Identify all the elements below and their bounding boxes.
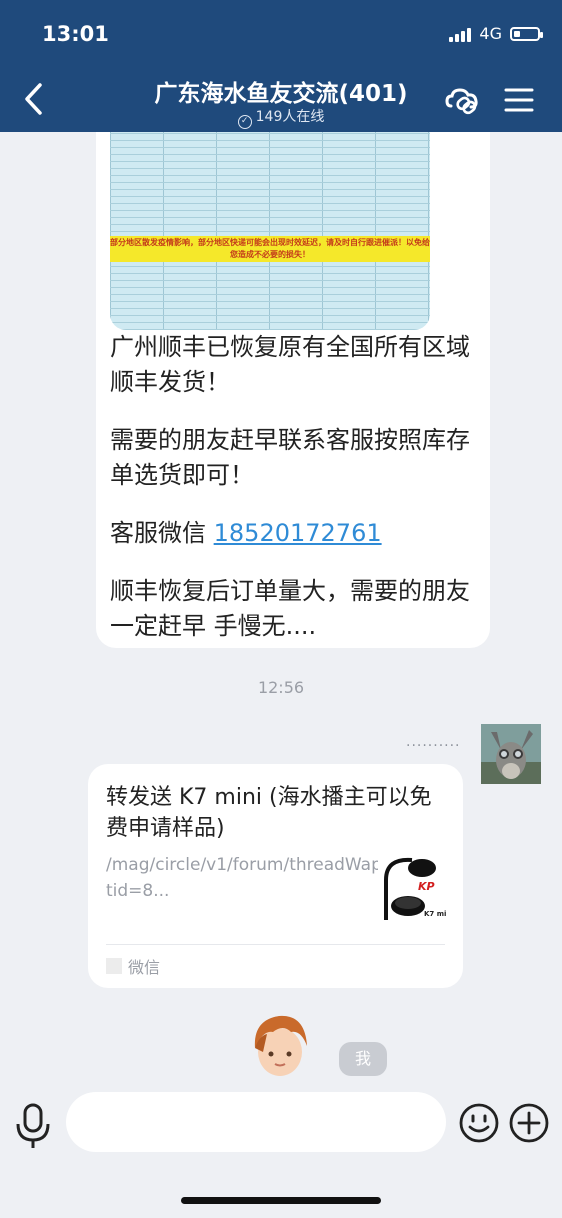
product-thumbnail: KP K7 mini bbox=[378, 850, 454, 934]
home-indicator[interactable] bbox=[181, 1197, 381, 1204]
link-card[interactable]: 转发送 K7 mini (海水播主可以免费申请样品) /mag/circle/v… bbox=[88, 764, 463, 988]
card-source: 微信 bbox=[106, 954, 160, 978]
online-count-text: 149人在线 bbox=[255, 109, 325, 125]
status-right: 4G bbox=[449, 24, 543, 43]
avatar-image bbox=[254, 1015, 307, 1076]
card-source-label: 微信 bbox=[128, 958, 161, 977]
battery-icon bbox=[510, 26, 543, 41]
wechat-label: 客服微信 bbox=[110, 519, 214, 547]
voice-button[interactable] bbox=[14, 1102, 52, 1150]
microphone-icon bbox=[16, 1103, 50, 1148]
menu-button[interactable] bbox=[501, 80, 541, 120]
message-timestamp: 12:56 bbox=[257, 678, 305, 697]
avatar-image bbox=[481, 724, 541, 784]
menu-icon bbox=[504, 88, 534, 112]
card-description: /mag/circle/v1/forum/threadWapPage?tid=8… bbox=[106, 855, 433, 901]
emoji-button[interactable] bbox=[458, 1102, 500, 1144]
stock-sheet-notice: 部分地区散发疫情影响，部分地区快递可能会出现时效延迟，请及时自行跟进催派！以免给… bbox=[110, 236, 430, 262]
sender-name: ·········· bbox=[406, 738, 461, 754]
wechat-icon bbox=[106, 958, 122, 974]
app-header: 13:01 4G 广东海水鱼友交流(401) ✓ 149人在线 bbox=[0, 0, 562, 132]
message-paragraph: 顺丰恢复后订单量大，需要的朋友一定赶早 手慢无.... bbox=[110, 577, 470, 640]
smiley-icon bbox=[459, 1103, 499, 1143]
card-title: 转发送 K7 mini (海水播主可以免费申请样品) bbox=[106, 785, 432, 841]
message-text: 广州顺丰已恢复原有全国所有区域顺丰发货！ 需要的朋友赶早联系客服按照库存单选货即… bbox=[110, 330, 480, 667]
chat-area[interactable]: 部分地区散发疫情影响，部分地区快递可能会出现时效延迟，请及时自行跟进催派！以免给… bbox=[0, 132, 562, 1082]
message-bubble[interactable]: 部分地区散发疫情影响，部分地区快递可能会出现时效延迟，请及时自行跟进催派！以免给… bbox=[96, 132, 490, 648]
product-brand: KP bbox=[418, 880, 435, 893]
more-button[interactable] bbox=[508, 1102, 550, 1144]
card-divider bbox=[106, 944, 445, 945]
message-paragraph: 需要的朋友赶早联系客服按照库存单选货即可！ bbox=[110, 426, 470, 489]
avatar[interactable] bbox=[481, 724, 541, 784]
link-cloud-button[interactable] bbox=[443, 80, 483, 120]
message-paragraph: 广州顺丰已恢复原有全国所有区域顺丰发货！ bbox=[110, 333, 470, 396]
my-avatar[interactable] bbox=[245, 1008, 315, 1078]
message-input[interactable] bbox=[66, 1092, 446, 1152]
message-paragraph: 客服微信 18520172761 bbox=[110, 516, 480, 551]
product-image: KP K7 mini bbox=[378, 850, 454, 934]
status-time: 13:01 bbox=[42, 22, 109, 46]
stock-sheet-image[interactable]: 部分地区散发疫情影响，部分地区快递可能会出现时效延迟，请及时自行跟进催派！以免给… bbox=[110, 132, 430, 330]
me-label: 我 bbox=[339, 1042, 387, 1076]
product-model: K7 mini bbox=[424, 910, 446, 918]
network-type: 4G bbox=[479, 24, 502, 43]
link-cloud-icon bbox=[445, 88, 478, 115]
check-circle-icon: ✓ bbox=[237, 115, 252, 129]
signal-icon bbox=[449, 26, 472, 42]
phone-link[interactable]: 18520172761 bbox=[214, 519, 382, 547]
plus-icon bbox=[509, 1103, 549, 1143]
